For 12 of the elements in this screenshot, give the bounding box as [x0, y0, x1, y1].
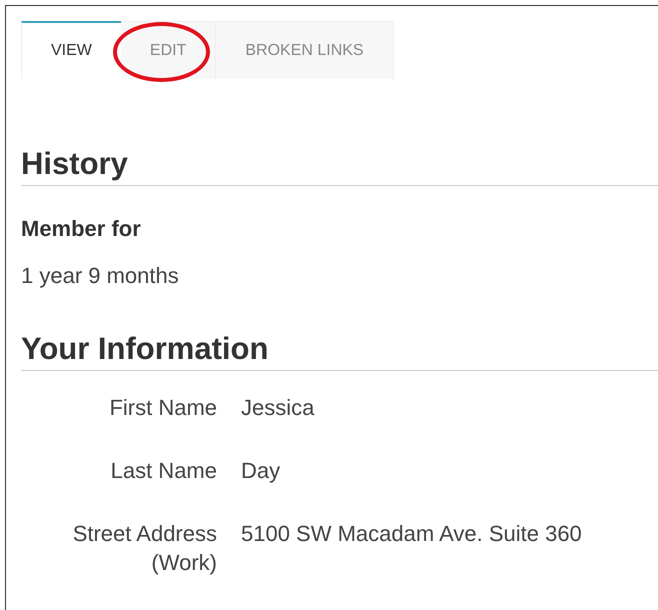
- field-label: Last Name: [110, 457, 217, 485]
- field-label: Street Address (Work): [72, 520, 217, 577]
- field-label: First Name: [108, 394, 217, 422]
- tab[interactable]: VIEW: [21, 21, 121, 79]
- field-value: Day: [241, 457, 280, 485]
- section-heading: Your Information: [21, 330, 658, 371]
- field-label: Member for: [21, 215, 142, 243]
- tab[interactable]: BROKEN LINKS: [216, 21, 394, 79]
- field-value: 1 year 9 months: [21, 262, 180, 290]
- section-heading: History: [21, 145, 658, 186]
- field-value: Jessica: [241, 394, 314, 422]
- field-value: 5100 SW Macadam Ave. Suite 360: [241, 520, 582, 548]
